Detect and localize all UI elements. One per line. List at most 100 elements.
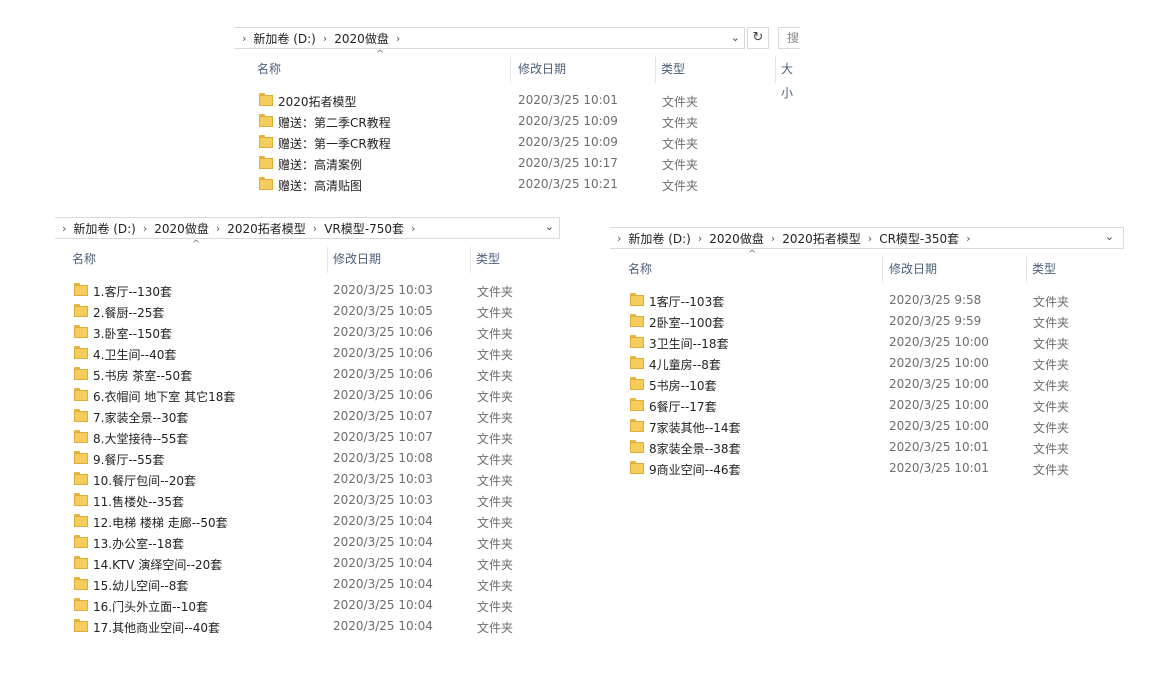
folder-row[interactable]: 1.客厅--130套 2020/3/25 10:03 文件夹 xyxy=(55,280,560,301)
folder-name: 1.客厅--130套 xyxy=(93,285,173,299)
folder-row[interactable]: 1客厅--103套 2020/3/25 9:58 文件夹 xyxy=(610,290,1124,311)
folder-row[interactable]: 7.家装全景--30套 2020/3/25 10:07 文件夹 xyxy=(55,406,560,427)
search-box[interactable]: 搜 xyxy=(778,27,800,49)
item-type: 文件夹 xyxy=(477,537,514,551)
folder-row[interactable]: 赠送：第二季CR教程 2020/3/25 10:09 文件夹 xyxy=(235,111,797,132)
item-type: 文件夹 xyxy=(477,411,514,425)
folder-row[interactable]: 17.其他商业空间--40套 2020/3/25 10:04 文件夹 xyxy=(55,616,560,637)
column-header-name[interactable]: 名称 xyxy=(257,57,281,81)
folder-row[interactable]: 3.卧室--150套 2020/3/25 10:06 文件夹 xyxy=(55,322,560,343)
folder-icon xyxy=(74,472,88,485)
breadcrumb-chevron-icon[interactable]: › xyxy=(216,222,220,235)
folder-row[interactable]: 11.售楼处--35套 2020/3/25 10:03 文件夹 xyxy=(55,490,560,511)
folder-row[interactable]: 10.餐厅包间--20套 2020/3/25 10:03 文件夹 xyxy=(55,469,560,490)
breadcrumb-item[interactable]: VR模型-750套 xyxy=(324,220,404,237)
breadcrumb-item[interactable]: 2020拓者模型 xyxy=(227,220,306,237)
item-type: 文件夹 xyxy=(477,432,514,446)
folder-icon xyxy=(74,304,88,317)
folder-row[interactable]: 8.大堂接待--55套 2020/3/25 10:07 文件夹 xyxy=(55,427,560,448)
breadcrumb-item[interactable]: 2020做盘 xyxy=(709,230,764,247)
column-header-type[interactable]: 类型 xyxy=(661,57,685,81)
modified-date: 2020/3/25 10:07 xyxy=(333,430,433,444)
folder-name: 7家装其他--14套 xyxy=(649,421,741,435)
folder-row[interactable]: 4儿童房--8套 2020/3/25 10:00 文件夹 xyxy=(610,353,1124,374)
breadcrumb-chevron-icon[interactable]: › xyxy=(323,32,327,45)
breadcrumb-item[interactable]: 新加卷 (D:) xyxy=(73,220,135,237)
folder-row[interactable]: 8家装全景--38套 2020/3/25 10:01 文件夹 xyxy=(610,437,1124,458)
breadcrumb-item[interactable]: 2020做盘 xyxy=(154,220,209,237)
folder-row[interactable]: 赠送：第一季CR教程 2020/3/25 10:09 文件夹 xyxy=(235,132,797,153)
breadcrumb-item[interactable]: CR模型-350套 xyxy=(879,230,959,247)
item-type: 文件夹 xyxy=(662,137,699,151)
column-header-name[interactable]: 名称 xyxy=(72,247,96,271)
folder-row[interactable]: 2020拓者模型 2020/3/25 10:01 文件夹 xyxy=(235,90,797,111)
item-type: 文件夹 xyxy=(1033,358,1070,372)
folder-row[interactable]: 6.衣帽间 地下室 其它18套 2020/3/25 10:06 文件夹 xyxy=(55,385,560,406)
column-header-date[interactable]: 修改日期 xyxy=(889,257,937,281)
breadcrumb-chevron-icon[interactable]: › xyxy=(966,232,970,245)
breadcrumb-chevron-icon[interactable]: › xyxy=(62,222,66,235)
modified-date: 2020/3/25 9:59 xyxy=(889,314,982,328)
breadcrumb-chevron-icon[interactable]: › xyxy=(698,232,702,245)
folder-row[interactable]: 6餐厅--17套 2020/3/25 10:00 文件夹 xyxy=(610,395,1124,416)
folder-row[interactable]: 9.餐厅--55套 2020/3/25 10:08 文件夹 xyxy=(55,448,560,469)
breadcrumb-chevron-icon[interactable]: › xyxy=(411,222,415,235)
breadcrumb-chevron-icon[interactable]: › xyxy=(396,32,400,45)
folder-icon xyxy=(630,293,644,306)
modified-date: 2020/3/25 10:05 xyxy=(333,304,433,318)
column-header-type[interactable]: 类型 xyxy=(476,247,500,271)
column-header-date[interactable]: 修改日期 xyxy=(333,247,381,271)
address-dropdown-chevron-icon[interactable]: ⌄ xyxy=(731,31,740,44)
folder-row[interactable]: 14.KTV 演绎空间--20套 2020/3/25 10:04 文件夹 xyxy=(55,553,560,574)
folder-icon xyxy=(74,451,88,464)
breadcrumb-item[interactable]: 2020拓者模型 xyxy=(782,230,861,247)
folder-row[interactable]: 赠送：高清贴图 2020/3/25 10:21 文件夹 xyxy=(235,174,797,195)
folder-icon xyxy=(74,325,88,338)
explorer-window-cr: › 新加卷 (D:) › 2020做盘 › 2020拓者模型 › CR模型-350套 › ⌄ ^… xyxy=(610,227,1124,487)
breadcrumb-chevron-icon[interactable]: › xyxy=(771,232,775,245)
address-bar[interactable]: › 新加卷 (D:) › 2020做盘 › 2020拓者模型 › CR模型-350套 › xyxy=(610,227,1124,249)
breadcrumb-chevron-icon[interactable]: › xyxy=(313,222,317,235)
item-type: 文件夹 xyxy=(1033,316,1070,330)
address-dropdown-chevron-icon[interactable]: ⌄ xyxy=(1105,230,1114,243)
folder-row[interactable]: 16.门头外立面--10套 2020/3/25 10:04 文件夹 xyxy=(55,595,560,616)
folder-row[interactable]: 3卫生间--18套 2020/3/25 10:00 文件夹 xyxy=(610,332,1124,353)
breadcrumb-chevron-icon[interactable]: › xyxy=(242,32,246,45)
folder-row[interactable]: 7家装其他--14套 2020/3/25 10:00 文件夹 xyxy=(610,416,1124,437)
column-header-type[interactable]: 类型 xyxy=(1032,257,1056,281)
folder-row[interactable]: 5书房--10套 2020/3/25 10:00 文件夹 xyxy=(610,374,1124,395)
folder-name: 13.办公室--18套 xyxy=(93,537,185,551)
folder-row[interactable]: 13.办公室--18套 2020/3/25 10:04 文件夹 xyxy=(55,532,560,553)
breadcrumb-chevron-icon[interactable]: › xyxy=(143,222,147,235)
folder-icon xyxy=(74,409,88,422)
breadcrumb-chevron-icon[interactable]: › xyxy=(868,232,872,245)
column-header-name[interactable]: 名称 xyxy=(628,257,652,281)
item-type: 文件夹 xyxy=(477,600,514,614)
folder-icon xyxy=(259,177,273,190)
folder-row[interactable]: 2卧室--100套 2020/3/25 9:59 文件夹 xyxy=(610,311,1124,332)
address-bar[interactable]: › 新加卷 (D:) › 2020做盘 › 2020拓者模型 › VR模型-750套 › xyxy=(55,217,560,239)
refresh-button[interactable]: ↻ xyxy=(747,27,769,49)
folder-row[interactable]: 赠送：高清案例 2020/3/25 10:17 文件夹 xyxy=(235,153,797,174)
folder-row[interactable]: 12.电梯 楼梯 走廊--50套 2020/3/25 10:04 文件夹 xyxy=(55,511,560,532)
modified-date: 2020/3/25 10:03 xyxy=(333,472,433,486)
column-header-size[interactable]: 大小 xyxy=(781,57,797,100)
address-bar[interactable]: › 新加卷 (D:) › 2020做盘 › xyxy=(235,27,745,49)
folder-icon xyxy=(74,346,88,359)
address-dropdown-chevron-icon[interactable]: ⌄ xyxy=(545,220,554,233)
folder-row[interactable]: 15.幼儿空间--8套 2020/3/25 10:04 文件夹 xyxy=(55,574,560,595)
folder-row[interactable]: 2.餐厨--25套 2020/3/25 10:05 文件夹 xyxy=(55,301,560,322)
item-type: 文件夹 xyxy=(477,327,514,341)
breadcrumb-item[interactable]: 2020做盘 xyxy=(334,30,389,47)
folder-row[interactable]: 4.卫生间--40套 2020/3/25 10:06 文件夹 xyxy=(55,343,560,364)
breadcrumb-chevron-icon[interactable]: › xyxy=(617,232,621,245)
breadcrumb-item[interactable]: 新加卷 (D:) xyxy=(253,30,315,47)
column-header-date[interactable]: 修改日期 xyxy=(518,57,566,81)
folder-name: 11.售楼处--35套 xyxy=(93,495,185,509)
folder-icon xyxy=(630,314,644,327)
item-type: 文件夹 xyxy=(477,369,514,383)
folder-row[interactable]: 5.书房 茶室--50套 2020/3/25 10:06 文件夹 xyxy=(55,364,560,385)
breadcrumb-item[interactable]: 新加卷 (D:) xyxy=(628,230,690,247)
folder-name: 6.衣帽间 地下室 其它18套 xyxy=(93,390,236,404)
folder-row[interactable]: 9商业空间--46套 2020/3/25 10:01 文件夹 xyxy=(610,458,1124,479)
